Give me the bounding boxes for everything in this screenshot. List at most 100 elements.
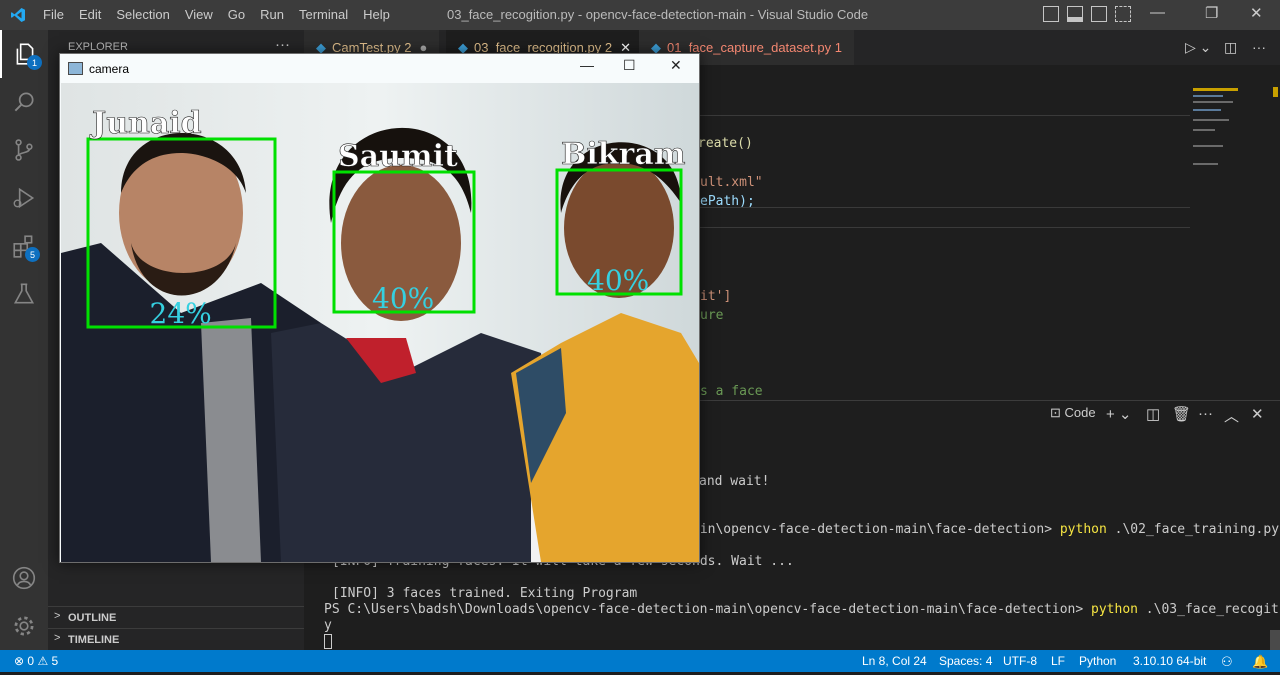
terminal-line: [INFO] 3 faces trained. Exiting Program: [332, 586, 638, 601]
sidebar-header: EXPLORER: [68, 41, 128, 53]
close-panel-icon[interactable]: ✕: [1251, 405, 1264, 423]
customize-layout-icon[interactable]: [1115, 6, 1131, 22]
menu-edit[interactable]: Edit: [79, 7, 101, 22]
feedback-icon[interactable]: ⚇: [1221, 654, 1233, 670]
source-control-icon: [15, 139, 33, 161]
line-highlight: [700, 115, 1190, 116]
menu-run[interactable]: Run: [260, 7, 284, 22]
explorer-activity[interactable]: 1: [0, 30, 48, 78]
terminal-line: y: [324, 618, 332, 633]
vscode-logo-icon: [11, 8, 25, 22]
account-icon: [12, 566, 36, 590]
trash-icon[interactable]: 🗑: [1172, 405, 1191, 423]
interpreter-status[interactable]: 3.10.10 64-bit: [1133, 654, 1206, 668]
activity-bar: 1 5: [0, 30, 48, 650]
window-title: 03_face_recogition.py - opencv-face-dete…: [447, 7, 869, 22]
manage-activity[interactable]: [0, 602, 48, 650]
search-activity[interactable]: [0, 78, 48, 126]
code-fragment: reate(): [698, 136, 753, 151]
status-bar: ⊗ 0 ⚠ 5 Ln 8, Col 24 Spaces: 4 UTF-8 LF …: [0, 650, 1280, 672]
warning-count: 5: [51, 654, 59, 668]
face-confidence-label: 24%: [150, 297, 212, 330]
split-terminal-icon[interactable]: ◫: [1146, 405, 1160, 423]
toggle-secondary-sidebar-icon[interactable]: [1091, 6, 1107, 22]
flask-icon: [13, 283, 35, 304]
face-name-label: Bikram: [561, 137, 686, 172]
cursor-position[interactable]: Ln 8, Col 24: [862, 654, 927, 668]
timeline-section[interactable]: > TIMELINE: [48, 628, 304, 650]
chevron-right-icon: >: [54, 610, 61, 622]
menu-help[interactable]: Help: [363, 7, 390, 22]
tab-problem-count: 1: [834, 40, 842, 55]
extensions-activity[interactable]: 5: [0, 222, 48, 270]
toggle-sidebar-icon[interactable]: [1043, 6, 1059, 22]
extensions-badge: 5: [25, 247, 40, 262]
menu-terminal[interactable]: Terminal: [299, 7, 348, 22]
camera-minimize-button[interactable]: —: [580, 57, 594, 73]
camera-maximize-button[interactable]: ☐: [623, 57, 636, 74]
line-highlight: [700, 207, 1190, 208]
camera-frame-image: Junaid 24% Saumit 40% Bikram 40%: [61, 83, 699, 562]
run-file-icon[interactable]: ▷ ⌄: [1185, 39, 1211, 56]
code-fragment: it']: [700, 289, 732, 304]
line-highlight: [700, 227, 1190, 228]
face-name-label: Junaid: [89, 106, 202, 141]
menu-view[interactable]: View: [185, 7, 213, 22]
explorer-badge: 1: [27, 55, 42, 70]
run-debug-activity[interactable]: [0, 174, 48, 222]
warning-icon: ⚠: [37, 654, 49, 668]
split-editor-icon[interactable]: ◫: [1224, 39, 1237, 56]
toggle-panel-icon[interactable]: [1067, 6, 1083, 22]
code-fragment: s a face: [700, 384, 763, 399]
maximize-panel-icon[interactable]: ︿: [1224, 405, 1239, 426]
notifications-icon[interactable]: 🔔: [1252, 654, 1268, 670]
face-confidence-label: 40%: [372, 282, 434, 315]
terminal-cursor: [324, 634, 332, 649]
camera-window-title: camera: [89, 62, 130, 76]
menu-selection[interactable]: Selection: [116, 7, 169, 22]
search-icon: [14, 92, 34, 112]
title-bar: File Edit Selection View Go Run Terminal…: [0, 0, 1280, 30]
timeline-section-label: TIMELINE: [68, 634, 120, 646]
accounts-activity[interactable]: [0, 554, 48, 602]
camera-feed: Junaid 24% Saumit 40% Bikram 40%: [61, 83, 699, 562]
indentation-status[interactable]: Spaces: 4: [939, 654, 992, 668]
face-confidence-label: 40%: [587, 264, 649, 297]
problems-status[interactable]: ⊗ 0 ⚠ 5: [14, 654, 58, 668]
terminal-scrollbar[interactable]: [1270, 630, 1280, 650]
editor-scrollbar[interactable]: [1270, 87, 1280, 400]
sidebar-more-button[interactable]: ···: [275, 36, 290, 53]
window-close-button[interactable]: ✕: [1250, 4, 1263, 22]
menu-go[interactable]: Go: [228, 7, 245, 22]
chevron-right-icon: >: [54, 632, 61, 644]
menu-bar: File Edit Selection View Go Run Terminal…: [43, 7, 390, 22]
testing-activity[interactable]: [0, 270, 48, 318]
camera-window-icon: [68, 62, 83, 75]
camera-close-button[interactable]: ✕: [670, 57, 682, 74]
terminal-line: PS C:\Users\badsh\Downloads\opencv-face-…: [324, 602, 1280, 617]
camera-window[interactable]: camera — ☐ ✕ Junaid 24% Saumit 40% Bikra…: [59, 53, 700, 563]
outline-section[interactable]: > OUTLINE: [48, 606, 304, 628]
outline-section-label: OUTLINE: [68, 612, 117, 624]
eol-status[interactable]: LF: [1051, 654, 1065, 668]
terminal-line: ain\opencv-face-detection-main\face-dete…: [692, 522, 1280, 537]
source-control-activity[interactable]: [0, 126, 48, 174]
menu-file[interactable]: File: [43, 7, 64, 22]
code-fragment: ult.xml": [700, 175, 763, 190]
minimap[interactable]: [1190, 87, 1270, 187]
terminal-shell-icon: ⊡: [1050, 405, 1061, 420]
editor-more-icon[interactable]: ···: [1252, 39, 1266, 55]
encoding-status[interactable]: UTF-8: [1003, 654, 1037, 668]
window-minimize-button[interactable]: —: [1150, 4, 1165, 21]
layout-controls: [1043, 6, 1131, 22]
new-terminal-icon[interactable]: + ⌄: [1106, 405, 1132, 423]
gear-icon: [14, 616, 34, 636]
code-fragment: ure: [700, 308, 724, 323]
panel-more-icon[interactable]: ···: [1198, 405, 1213, 422]
terminal-shell-label: Code: [1064, 405, 1096, 420]
language-status[interactable]: Python: [1079, 654, 1116, 668]
window-restore-button[interactable]: ❐: [1205, 4, 1218, 22]
terminal-shell-selector[interactable]: ⊡ Code: [1050, 405, 1096, 421]
terminal-line: and wait!: [699, 474, 770, 489]
error-icon: ⊗: [14, 654, 25, 668]
